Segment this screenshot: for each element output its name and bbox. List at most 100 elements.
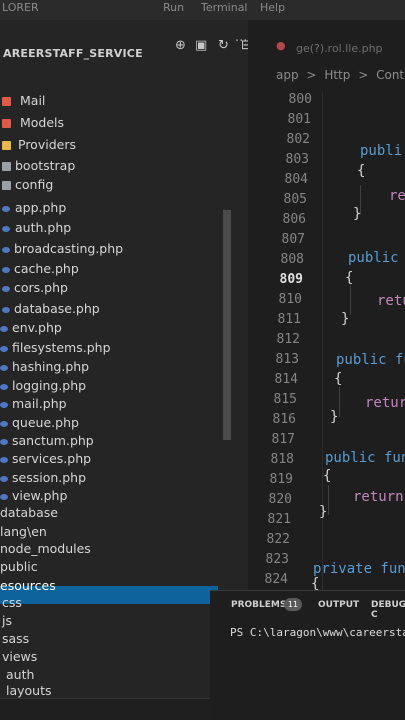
line-number: 803 (285, 152, 309, 167)
php-file-icon (2, 225, 10, 232)
tree-item-label: esources (0, 578, 56, 593)
tree-item-services-php[interactable]: services.php (0, 451, 248, 469)
menu-bar: LORER Run Terminal Help (0, 0, 405, 20)
tree-item-auth-php[interactable]: auth.php (2, 220, 250, 238)
code-brace[interactable]: } (341, 311, 349, 327)
tree-item-logging-php[interactable]: logging.php (0, 378, 248, 396)
tree-item-env-php[interactable]: env.php (0, 320, 248, 338)
tree-item-label: Models (20, 115, 65, 130)
code-keyword-public[interactable]: public (348, 250, 399, 266)
tree-item-broadcasting-php[interactable]: broadcasting.php (2, 241, 250, 259)
line-number: 802 (286, 132, 310, 147)
line-number: 820 (268, 492, 292, 507)
tree-item-view-php[interactable]: view.php (0, 488, 248, 506)
line-number: 810 (278, 292, 302, 307)
tab-problems[interactable]: PROBLEMS (231, 600, 286, 610)
code-brace[interactable]: { (323, 468, 331, 484)
code-keyword-return[interactable]: retu (377, 293, 405, 309)
line-number: 801 (287, 112, 311, 127)
tree-item-label: Providers (18, 137, 76, 152)
code-keyword-public[interactable]: public fu (336, 352, 405, 368)
sidebar-scrollbar[interactable] (223, 210, 231, 440)
line-number: 811 (277, 312, 301, 327)
tree-item-filesystems-php[interactable]: filesystems.php (0, 340, 248, 358)
line-number: 821 (267, 512, 291, 527)
project-title[interactable]: AREERSTAFF_SERVICE (3, 47, 143, 60)
breadcrumb-separator: > (358, 68, 369, 82)
breadcrumb-app[interactable]: app (276, 68, 299, 82)
tree-item-providers[interactable]: Providers (2, 137, 250, 155)
line-number: 815 (273, 392, 297, 407)
tree-item-hashing-php[interactable]: hashing.php (0, 359, 248, 377)
tree-item-session-php[interactable]: session.php (0, 470, 248, 488)
code-brace[interactable]: { (357, 163, 365, 179)
php-file-tab-icon: ● (276, 39, 286, 52)
tree-item-bootstrap[interactable]: bootstrap (2, 158, 250, 176)
tree-item-label: database.php (14, 301, 100, 316)
tree-item-public[interactable]: public (0, 559, 248, 577)
tree-item-label: auth (6, 667, 35, 682)
vscode-window: LORER Run Terminal Help ... AREERSTAFF_S… (0, 0, 405, 720)
tree-item-label: node_modules (0, 541, 91, 556)
tree-item-database-php[interactable]: database.php (2, 301, 250, 319)
menu-terminal[interactable]: Terminal (201, 1, 248, 14)
tree-item-cors-php[interactable]: cors.php (2, 280, 250, 298)
tree-item-label: public (0, 559, 38, 574)
code-brace[interactable]: } (319, 504, 327, 520)
new-folder-icon[interactable]: ▣ (195, 38, 207, 53)
editor-tab[interactable]: ge(?).rol.lle.php (296, 42, 383, 55)
php-file-icon (0, 493, 8, 500)
code-keyword-return[interactable]: return (353, 489, 404, 505)
menu-run[interactable]: Run (163, 1, 184, 14)
code-brace[interactable]: } (330, 409, 338, 425)
tree-item-label: views (2, 649, 38, 664)
breadcrumb-http[interactable]: Http (324, 68, 350, 82)
tree-item-cache-php[interactable]: cache.php (2, 261, 250, 279)
code-brace[interactable]: } (353, 206, 361, 222)
php-file-icon (2, 205, 10, 212)
tab-output[interactable]: OUTPUT (318, 600, 359, 610)
code-brace[interactable]: { (334, 371, 342, 387)
folder-icon (2, 141, 11, 150)
tree-item-label: session.php (12, 470, 87, 485)
refresh-icon[interactable]: ↻ (218, 38, 229, 53)
tree-item-label: sanctum.php (12, 433, 94, 448)
code-keyword-public[interactable]: public fun (325, 450, 405, 466)
line-number: 809 (279, 272, 303, 287)
tree-item-lang-en[interactable]: lang\en (0, 524, 248, 542)
tree-item-label: cors.php (14, 280, 68, 295)
php-file-icon (0, 456, 8, 463)
terminal-prompt[interactable]: PS C:\laragon\www\careerstaff_ (230, 626, 405, 639)
code-keyword-public[interactable]: publi (360, 143, 402, 159)
tree-item-label: layouts (6, 683, 52, 698)
tree-item-models[interactable]: Models (2, 115, 250, 133)
tree-item-mail-php[interactable]: mail.php (0, 396, 248, 414)
line-number: 823 (265, 552, 289, 567)
tree-item-config[interactable]: config (2, 177, 250, 195)
breadcrumb-controllers[interactable]: Controller (376, 68, 405, 82)
explorer-menu-title[interactable]: LORER (2, 1, 39, 14)
tree-item-database[interactable]: database (0, 505, 248, 523)
tree-item-node-modules[interactable]: node_modules (0, 541, 248, 559)
tree-item-sanctum-php[interactable]: sanctum.php (0, 433, 248, 451)
line-number: 819 (269, 472, 293, 487)
menu-help[interactable]: Help (260, 1, 285, 14)
new-file-icon[interactable]: ⊕ (175, 38, 186, 53)
code-keyword-return[interactable]: retur (365, 395, 405, 411)
line-number: 814 (274, 372, 298, 387)
tree-item-mail[interactable]: Mail (2, 93, 250, 111)
tab-debug-console[interactable]: DEBUG C (371, 600, 405, 620)
code-keyword-return[interactable]: re (389, 188, 405, 204)
code-keyword-private[interactable]: private func (313, 561, 405, 577)
line-number: 817 (271, 432, 295, 447)
problems-count-badge: 11 (284, 598, 302, 611)
tree-item-label: Mail (20, 93, 46, 108)
tree-item-label: bootstrap (15, 158, 76, 173)
code-brace[interactable]: { (345, 270, 353, 286)
tree-item-label: js (2, 613, 12, 628)
tree-item-app-php[interactable]: app.php (2, 200, 250, 218)
php-file-icon (2, 266, 10, 273)
tree-item-label: view.php (12, 488, 68, 503)
breadcrumb-separator: > (306, 68, 317, 82)
tree-item-queue-php[interactable]: queue.php (0, 415, 248, 433)
